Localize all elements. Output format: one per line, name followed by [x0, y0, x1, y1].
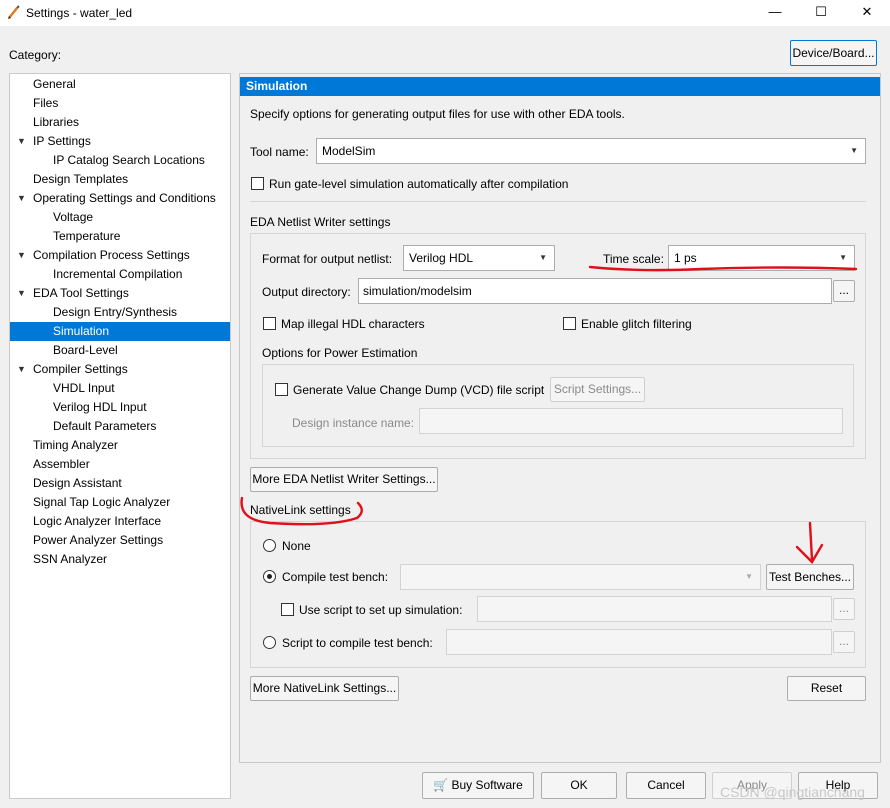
red-annotations	[240, 265, 858, 564]
nativelink-circle	[240, 496, 363, 526]
test-benches-arrow-shaft	[808, 521, 814, 562]
time-scale-underline	[588, 265, 858, 272]
test-benches-arrow-head	[795, 543, 824, 564]
